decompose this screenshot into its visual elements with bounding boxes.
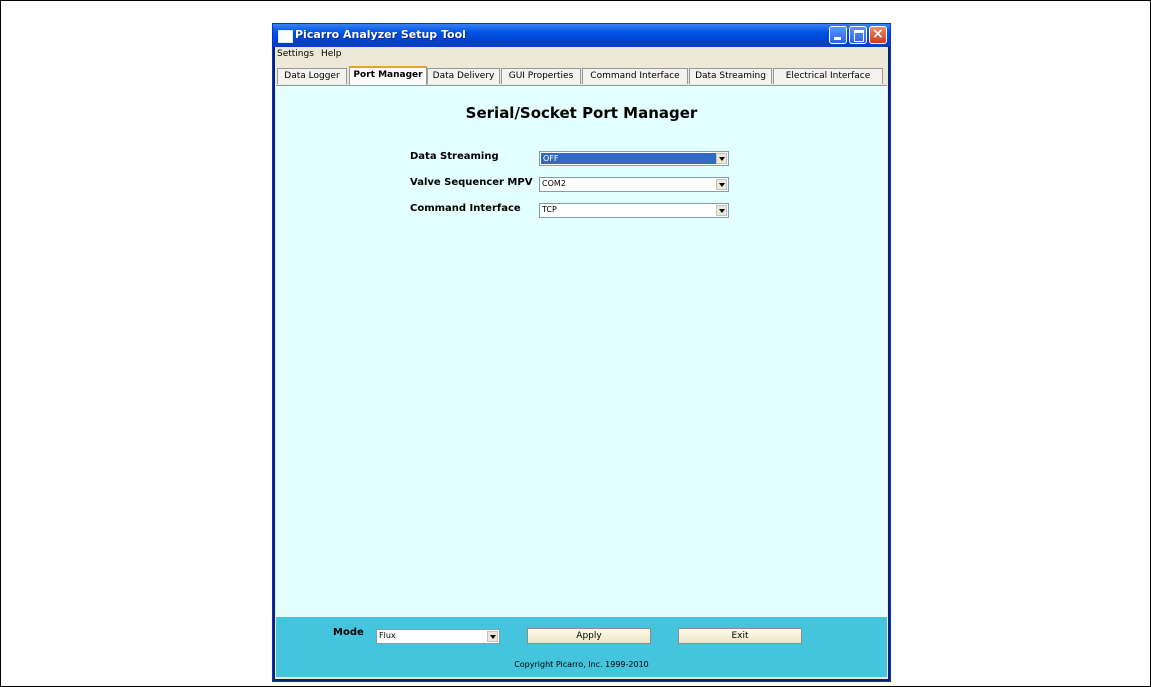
tab-data-streaming[interactable]: Data Streaming	[689, 68, 772, 84]
data-streaming-value: OFF	[541, 153, 716, 164]
tab-electrical-interface[interactable]: Electrical Interface	[773, 68, 883, 84]
copyright-text: Copyright Picarro, Inc. 1999-2010	[514, 660, 649, 669]
app-window: Picarro Analyzer Setup Tool × Settings H…	[272, 23, 891, 682]
command-interface-label: Command Interface	[410, 203, 521, 214]
tab-strip: Data Logger Port Manager Data Delivery G…	[275, 64, 888, 85]
command-interface-value: TCP	[542, 205, 557, 214]
window-icon	[278, 30, 293, 43]
chevron-down-icon	[719, 209, 725, 213]
menu-help[interactable]: Help	[321, 49, 342, 59]
tab-data-delivery[interactable]: Data Delivery	[427, 68, 500, 84]
mode-value: Flux	[379, 631, 396, 640]
chevron-down-icon	[719, 157, 725, 161]
minimize-button[interactable]	[829, 26, 847, 44]
valve-sequencer-label: Valve Sequencer MPV	[410, 177, 533, 188]
command-interface-select[interactable]: TCP	[539, 203, 729, 218]
menu-bar: Settings Help	[275, 47, 888, 63]
maximize-icon	[854, 30, 864, 42]
tab-data-logger[interactable]: Data Logger	[277, 68, 347, 84]
data-streaming-label: Data Streaming	[410, 151, 499, 162]
tab-gui-properties[interactable]: GUI Properties	[501, 68, 581, 84]
dropdown-button[interactable]	[716, 205, 727, 216]
title-bar[interactable]: Picarro Analyzer Setup Tool ×	[273, 24, 890, 47]
chevron-down-icon	[719, 183, 725, 187]
exit-button[interactable]: Exit	[678, 628, 802, 644]
valve-sequencer-value: COM2	[542, 179, 566, 188]
chevron-down-icon	[490, 635, 496, 639]
valve-sequencer-select[interactable]: COM2	[539, 177, 729, 192]
apply-button[interactable]: Apply	[527, 628, 651, 644]
dropdown-button[interactable]	[716, 179, 727, 190]
mode-label: Mode	[333, 627, 364, 638]
page-title: Serial/Socket Port Manager	[465, 104, 698, 122]
minimize-icon	[834, 37, 841, 40]
tab-command-interface[interactable]: Command Interface	[582, 68, 688, 84]
footer-bar: Mode Flux Apply Exit Copyright Picarro, …	[276, 617, 887, 677]
window-title: Picarro Analyzer Setup Tool	[295, 28, 466, 41]
mode-select[interactable]: Flux	[376, 629, 500, 644]
tab-panel: Serial/Socket Port Manager Data Streamin…	[276, 85, 887, 617]
close-icon: ×	[872, 26, 884, 42]
menu-settings[interactable]: Settings	[277, 49, 314, 59]
close-button[interactable]: ×	[869, 26, 887, 44]
data-streaming-select[interactable]: OFF	[539, 151, 729, 166]
dropdown-button[interactable]	[487, 631, 498, 642]
dropdown-button[interactable]	[716, 153, 727, 164]
tab-port-manager[interactable]: Port Manager	[349, 66, 427, 85]
maximize-button[interactable]	[849, 26, 867, 44]
